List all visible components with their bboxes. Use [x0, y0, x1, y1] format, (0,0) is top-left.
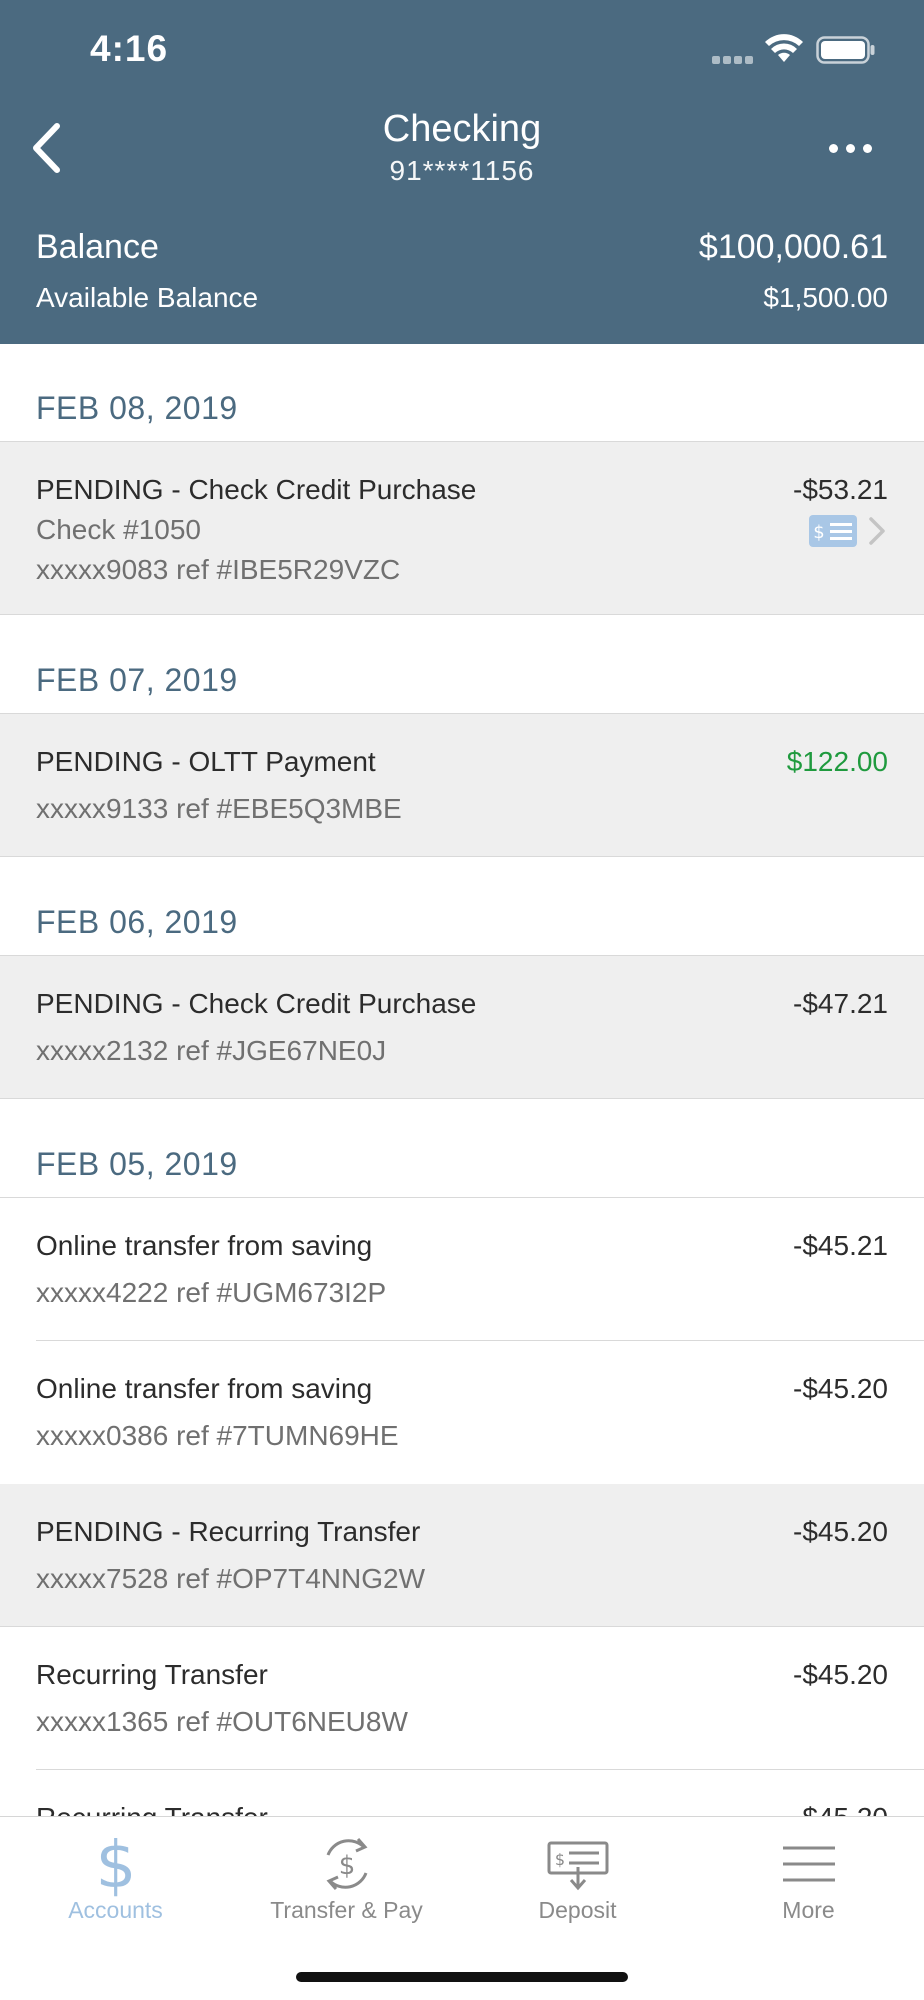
transaction-title: PENDING - Check Credit Purchase: [36, 988, 477, 1019]
wifi-icon: [765, 34, 803, 62]
transaction-amount: -$53.21: [793, 474, 888, 505]
date-header: FEB 06, 2019: [0, 857, 924, 956]
transaction-row[interactable]: Online transfer from saving xxxxx0386 re…: [0, 1341, 924, 1484]
tab-deposit[interactable]: $ Deposit: [462, 1817, 693, 1947]
svg-text:$: $: [554, 1850, 564, 1869]
tab-label: More: [782, 1897, 835, 1923]
transaction-ref: xxxxx2132 ref #JGE67NE0J: [36, 1035, 387, 1066]
date-label: FEB 05, 2019: [36, 1146, 238, 1182]
transaction-amount: -$45.20: [793, 1659, 888, 1690]
home-indicator: [296, 1972, 628, 1982]
transaction-ref: xxxxx9083 ref #IBE5R29VZC: [36, 554, 401, 585]
transaction-ref: xxxxx7528 ref #OP7T4NNG2W: [36, 1563, 426, 1594]
tab-transfer-pay[interactable]: $ Transfer & Pay: [231, 1817, 462, 1947]
transaction-ref: xxxxx0386 ref #7TUMN69HE: [36, 1420, 399, 1451]
transaction-amount: -$45.20: [793, 1516, 888, 1547]
transaction-row[interactable]: PENDING - Check Credit Purchase xxxxx213…: [0, 956, 924, 1099]
transaction-title: PENDING - Recurring Transfer: [36, 1516, 421, 1547]
date-header: FEB 08, 2019: [0, 344, 924, 442]
svg-text:$: $: [338, 1851, 355, 1881]
transaction-row[interactable]: Recurring Transfer -$45.20: [0, 1770, 924, 1816]
svg-text:$: $: [95, 1831, 136, 1897]
tab-label: Deposit: [538, 1897, 617, 1923]
status-time: 4:16: [90, 28, 169, 69]
account-number: 91****1156: [389, 155, 535, 186]
transaction-detail: Check #1050: [36, 514, 202, 545]
tab-accounts[interactable]: $ Accounts: [0, 1817, 231, 1947]
check-image-icon[interactable]: $: [808, 514, 858, 548]
transaction-title: PENDING - Check Credit Purchase: [36, 474, 477, 505]
transaction-row[interactable]: Recurring Transfer xxxxx1365 ref #OUT6NE…: [0, 1627, 924, 1770]
transaction-title: Recurring Transfer: [36, 1659, 268, 1690]
transaction-list[interactable]: FEB 08, 2019 PENDING - Check Credit Purc…: [0, 344, 924, 1816]
transaction-amount: -$45.21: [793, 1230, 888, 1261]
transaction-amount: -$45.20: [793, 1373, 888, 1404]
page-title: Checking: [382, 108, 542, 150]
chevron-right-icon: [869, 517, 885, 545]
transaction-title: PENDING - OLTT Payment: [36, 746, 376, 777]
ellipsis-icon: [828, 143, 838, 153]
transaction-row[interactable]: Online transfer from saving xxxxx4222 re…: [0, 1198, 924, 1341]
date-header: FEB 05, 2019: [0, 1099, 924, 1198]
transaction-row[interactable]: PENDING - Recurring Transfer xxxxx7528 r…: [0, 1484, 924, 1627]
tab-label: Transfer & Pay: [270, 1897, 423, 1923]
transaction-ref: xxxxx9133 ref #EBE5Q3MBE: [36, 793, 402, 824]
transaction-title: Recurring Transfer: [36, 1802, 268, 1816]
transaction-amount: -$47.21: [793, 988, 888, 1019]
tab-more[interactable]: More: [693, 1817, 924, 1947]
transaction-row[interactable]: PENDING - Check Credit Purchase Check #1…: [0, 442, 924, 615]
menu-icon: [774, 1829, 844, 1899]
account-header: 4:16 Checking 91****1156 Balance $100,00…: [0, 0, 924, 344]
date-label: FEB 08, 2019: [36, 390, 238, 426]
battery-icon: [816, 36, 875, 64]
transaction-amount: $122.00: [786, 746, 888, 777]
transfer-dollar-icon: $: [312, 1829, 382, 1899]
date-header: FEB 07, 2019: [0, 615, 924, 714]
available-balance-value: $1,500.00: [763, 282, 888, 313]
transaction-title: Online transfer from saving: [36, 1373, 373, 1404]
svg-text:$: $: [813, 522, 824, 543]
balance-value: $100,000.61: [698, 228, 888, 266]
transaction-title: Online transfer from saving: [36, 1230, 373, 1261]
transaction-ref: xxxxx4222 ref #UGM673I2P: [36, 1277, 387, 1308]
transaction-row[interactable]: PENDING - OLTT Payment xxxxx9133 ref #EB…: [0, 714, 924, 857]
available-balance-label: Available Balance: [36, 282, 259, 313]
date-label: FEB 06, 2019: [36, 904, 238, 940]
title-block: Checking 91****1156: [0, 108, 924, 187]
dollar-icon: $: [81, 1829, 151, 1899]
date-label: FEB 07, 2019: [36, 662, 238, 698]
transaction-amount: -$45.20: [793, 1802, 888, 1816]
tab-label: Accounts: [68, 1897, 163, 1923]
check-deposit-icon: $: [543, 1829, 613, 1899]
cellular-signal-icon: [712, 56, 754, 64]
transaction-ref: xxxxx1365 ref #OUT6NEU8W: [36, 1706, 408, 1737]
balance-label: Balance: [36, 228, 159, 266]
more-options-button[interactable]: [818, 120, 882, 176]
